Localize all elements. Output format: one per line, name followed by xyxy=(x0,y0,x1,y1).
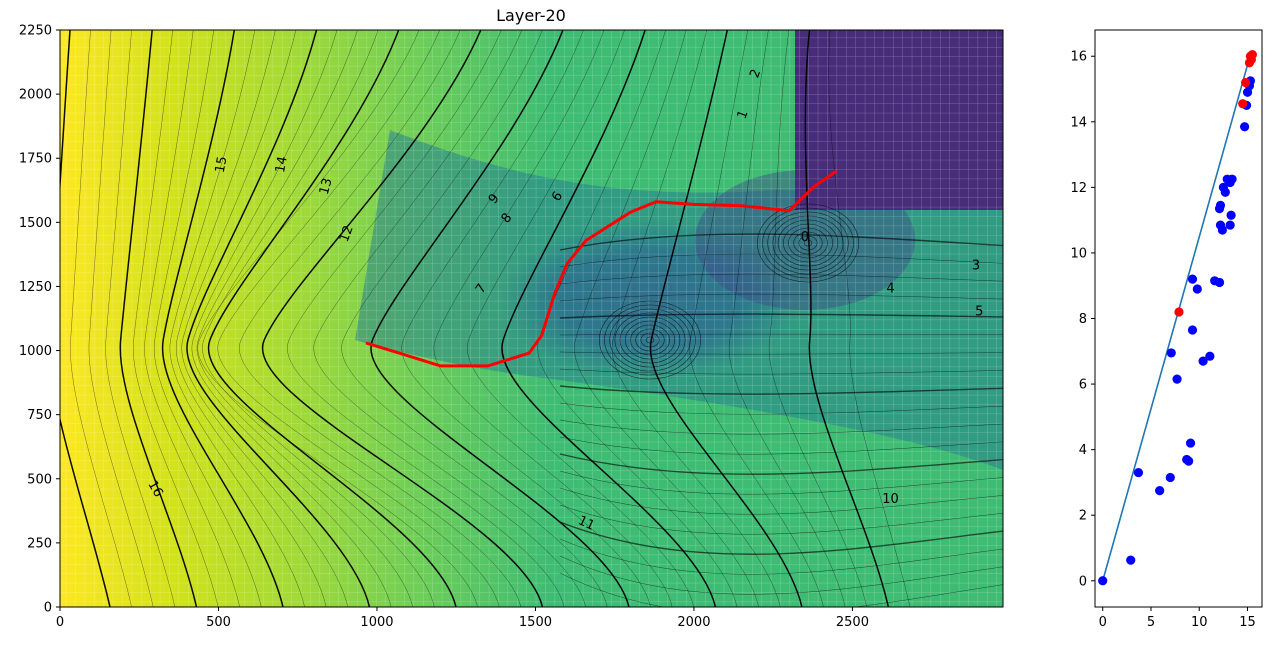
heatmap-x-axis: 0 500 1000 1500 2000 2500 xyxy=(56,607,869,630)
blue-point xyxy=(1187,274,1198,284)
contour-label: 4 xyxy=(886,282,894,297)
blue-point xyxy=(1240,122,1250,132)
blue-point xyxy=(1205,351,1215,361)
contour-label: 15 xyxy=(213,155,231,174)
blue-point xyxy=(1185,438,1196,448)
y-tick-label: 2250 xyxy=(19,24,52,39)
x-tick-label: 500 xyxy=(206,615,231,630)
y-tick-label: 2 xyxy=(1079,509,1087,524)
red-point xyxy=(1245,51,1256,61)
x-tick-label: 5 xyxy=(1147,615,1155,630)
blue-point xyxy=(1215,200,1226,210)
y-tick-label: 14 xyxy=(1070,115,1087,130)
y-tick-label: 12 xyxy=(1070,181,1087,196)
blue-point xyxy=(1098,576,1108,586)
x-tick-label: 2500 xyxy=(836,615,869,630)
heatmap-panel: Layer-20 1615 14131211109876543210 0 500 10… xyxy=(19,6,1004,630)
scatter-y-axis: 0 2 4 6 8 10 12 14 16 xyxy=(1070,50,1095,589)
blue-point xyxy=(1166,348,1176,358)
chart-title: Layer-20 xyxy=(496,6,566,25)
contour-label: 14 xyxy=(273,155,291,174)
blue-point xyxy=(1214,277,1225,288)
contour-label: 0 xyxy=(801,230,809,245)
blue-point xyxy=(1165,472,1175,483)
y-tick-label: 750 xyxy=(27,408,52,423)
figure: Layer-20 1615 14131211109876543210 0 500 10… xyxy=(19,6,1263,630)
y-tick-label: 2000 xyxy=(19,88,52,103)
blue-point xyxy=(1217,225,1228,235)
heatmap-field: 1615 14131211109876543210 xyxy=(60,30,1003,607)
x-tick-label: 0 xyxy=(1099,615,1107,630)
blue-point xyxy=(1187,325,1198,335)
scatter-panel: 0 5 10 15 0 2 4 6 8 10 12 14 16 xyxy=(1070,29,1263,630)
blue-point xyxy=(1133,467,1144,478)
x-tick-label: 0 xyxy=(56,615,64,630)
y-tick-label: 0 xyxy=(1079,574,1087,589)
red-point xyxy=(1174,307,1184,317)
blue-point xyxy=(1184,456,1194,466)
blue-point xyxy=(1220,187,1230,197)
y-tick-label: 4 xyxy=(1079,443,1087,458)
blue-point xyxy=(1226,210,1236,220)
y-tick-label: 6 xyxy=(1079,378,1087,393)
blue-point xyxy=(1227,174,1237,184)
y-tick-label: 10 xyxy=(1070,246,1087,261)
red-point xyxy=(1240,77,1251,88)
contour-label: 10 xyxy=(882,492,899,507)
x-tick-label: 1500 xyxy=(519,615,552,630)
red-point xyxy=(1238,99,1248,109)
blue-point xyxy=(1155,486,1165,496)
model-grid xyxy=(60,30,1003,607)
contour-label: 5 xyxy=(975,305,983,320)
y-tick-label: 1500 xyxy=(19,216,52,231)
contour-label: 3 xyxy=(972,258,980,273)
y-tick-label: 1750 xyxy=(19,152,52,167)
y-tick-label: 16 xyxy=(1070,50,1087,65)
y-tick-label: 8 xyxy=(1079,312,1087,327)
blue-point xyxy=(1172,374,1182,384)
x-tick-label: 1000 xyxy=(360,615,393,630)
y-tick-label: 500 xyxy=(27,472,52,487)
blue-point xyxy=(1192,284,1202,294)
x-tick-label: 10 xyxy=(1191,615,1208,630)
x-tick-label: 2000 xyxy=(677,615,710,630)
scatter-x-axis: 0 5 10 15 xyxy=(1099,607,1256,630)
blue-point xyxy=(1126,555,1136,565)
y-tick-label: 1250 xyxy=(19,280,52,295)
y-tick-label: 1000 xyxy=(19,344,52,359)
y-tick-label: 0 xyxy=(44,601,52,616)
x-tick-label: 15 xyxy=(1239,615,1256,630)
heatmap-y-axis: 0 250 500 750 1000 1250 1500 1750 2000 2250 xyxy=(19,24,60,616)
blue-point xyxy=(1225,220,1235,230)
y-tick-label: 250 xyxy=(27,536,52,551)
